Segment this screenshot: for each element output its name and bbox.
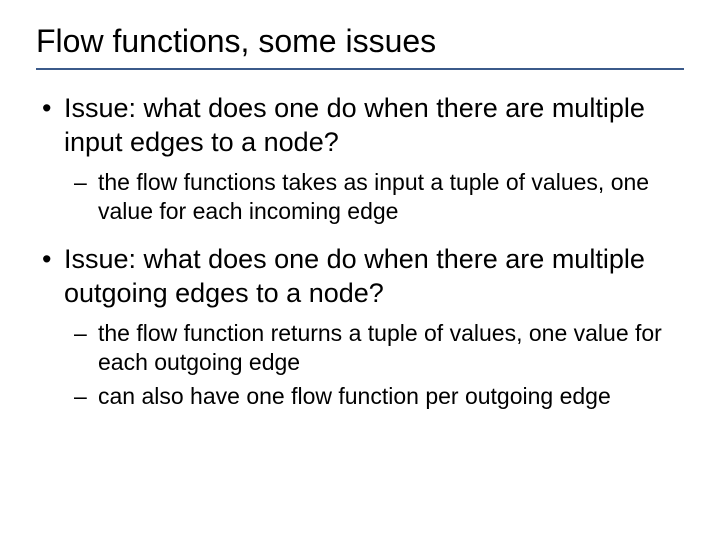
slide-title: Flow functions, some issues	[36, 22, 684, 60]
sub-bullet-list: the flow function returns a tuple of val…	[64, 319, 674, 411]
bullet-item: Issue: what does one do when there are m…	[64, 92, 674, 225]
sub-bullet-list: the flow functions takes as input a tupl…	[64, 168, 674, 226]
slide: Flow functions, some issues Issue: what …	[0, 0, 720, 540]
sub-bullet-text: can also have one flow function per outg…	[98, 383, 611, 409]
slide-body: Issue: what does one do when there are m…	[36, 92, 684, 411]
sub-bullet-text: the flow function returns a tuple of val…	[98, 320, 662, 375]
bullet-text: Issue: what does one do when there are m…	[64, 244, 645, 308]
bullet-item: Issue: what does one do when there are m…	[64, 243, 674, 411]
sub-bullet-item: the flow function returns a tuple of val…	[98, 319, 674, 377]
sub-bullet-item: can also have one flow function per outg…	[98, 382, 674, 411]
title-underline	[36, 68, 684, 70]
sub-bullet-text: the flow functions takes as input a tupl…	[98, 169, 649, 224]
bullet-list: Issue: what does one do when there are m…	[36, 92, 684, 411]
bullet-text: Issue: what does one do when there are m…	[64, 93, 645, 157]
sub-bullet-item: the flow functions takes as input a tupl…	[98, 168, 674, 226]
